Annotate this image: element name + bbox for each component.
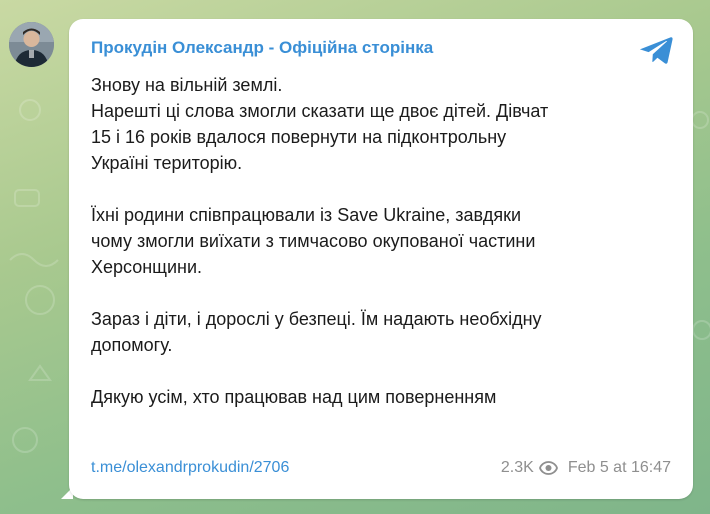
text-line: Знову на вільній землі. bbox=[91, 75, 283, 95]
text-line: допомогу. bbox=[91, 335, 173, 355]
channel-avatar[interactable] bbox=[9, 22, 54, 67]
text-line-content: Дякую усім, хто працював над цим поверне… bbox=[91, 387, 497, 407]
message-paragraph: Дякую усім, хто працював над цим поверне… bbox=[91, 384, 681, 410]
text-line: Дякую усім, хто працював над цим поверне… bbox=[91, 384, 681, 410]
eye-icon bbox=[538, 461, 558, 475]
text-line: Зараз і діти, і дорослі у безпеці. Їм на… bbox=[91, 309, 542, 329]
channel-name-link[interactable]: Прокудін Олександр - Офіційна сторінка bbox=[91, 38, 433, 58]
message-bubble: Прокудін Олександр - Офіційна сторінка З… bbox=[69, 19, 693, 499]
text-line: Нарешті ці слова змогли сказати ще двоє … bbox=[91, 101, 549, 121]
message-text: Знову на вільній землі. Нарешті ці слова… bbox=[91, 72, 681, 436]
message-paragraph: Зараз і діти, і дорослі у безпеці. Їм на… bbox=[91, 306, 681, 358]
text-line: Їхні родини співпрацювали із Save Ukrain… bbox=[91, 205, 522, 225]
message-paragraph: Знову на вільній землі. Нарешті ці слова… bbox=[91, 72, 681, 176]
post-link[interactable]: t.me/olexandrprokudin/2706 bbox=[91, 459, 289, 477]
message-paragraph: Їхні родини співпрацювали із Save Ukrain… bbox=[91, 202, 681, 280]
text-line: Херсонщини. bbox=[91, 257, 203, 277]
text-line: 15 і 16 років вдалося повернути на підко… bbox=[91, 127, 507, 147]
post-date: Feb 5 at 16:47 bbox=[567, 459, 671, 476]
views-count: 2.3K bbox=[500, 459, 534, 476]
post-meta: 2.3K Feb 5 at 16:47 bbox=[501, 459, 671, 477]
text-line: Україні територію. bbox=[91, 153, 243, 173]
person-avatar-icon bbox=[9, 22, 54, 67]
telegram-icon bbox=[640, 37, 673, 64]
ukraine-flag-icon bbox=[497, 388, 523, 405]
text-line: чому змогли виїхати з тимчасово окупован… bbox=[91, 231, 536, 251]
message-footer: t.me/olexandrprokudin/2706 2.3K Feb 5 at… bbox=[91, 459, 671, 483]
